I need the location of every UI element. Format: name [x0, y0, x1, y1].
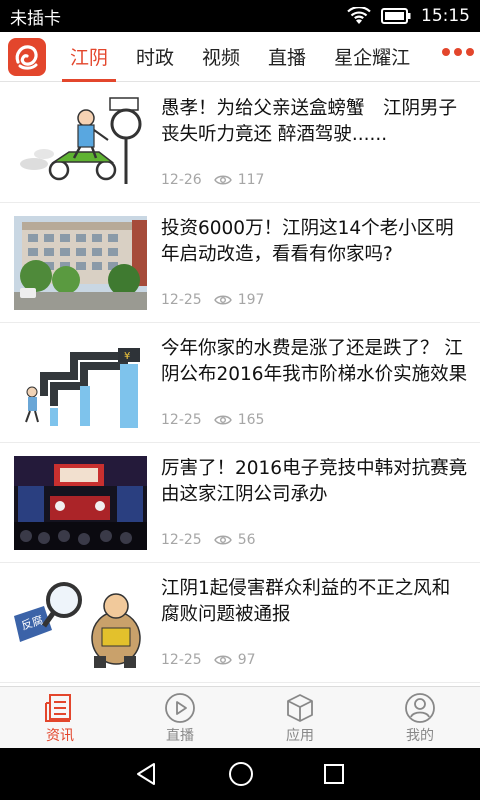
- nav-news[interactable]: 资讯: [0, 687, 120, 748]
- eye-icon: [213, 534, 232, 546]
- news-date: 12-26: [161, 171, 202, 188]
- tab-politics[interactable]: 时政: [122, 32, 188, 82]
- news-date: 12-25: [161, 531, 202, 548]
- tab-jiangyin[interactable]: 江阴: [56, 32, 122, 82]
- news-item[interactable]: 反腐 江阴1起侵害群众利益的不正之风和腐败问题被通报 12-25 97: [0, 563, 480, 683]
- nav-profile[interactable]: 我的: [360, 687, 480, 748]
- system-nav-bar: [0, 748, 480, 800]
- news-item[interactable]: ¥ 今年你家的水费是涨了还是跌了？ 江阴公布2016年我市阶梯水价实施效果 12…: [0, 323, 480, 443]
- eye-icon: [213, 654, 232, 666]
- app-logo-icon[interactable]: [8, 37, 46, 76]
- status-bar: 未插卡 15:15: [0, 0, 480, 32]
- news-body: 今年你家的水费是涨了还是跌了？ 江阴公布2016年我市阶梯水价实施效果 12-2…: [161, 336, 468, 430]
- nav-live[interactable]: 直播: [120, 687, 240, 748]
- nav-label: 资讯: [46, 727, 74, 744]
- battery-icon: [381, 8, 411, 24]
- news-views: 56: [237, 531, 256, 548]
- news-views: 197: [237, 291, 265, 308]
- wifi-icon: [347, 7, 371, 25]
- news-thumbnail: ¥: [14, 335, 147, 430]
- home-icon[interactable]: [227, 760, 255, 788]
- nav-apps[interactable]: 应用: [240, 687, 360, 748]
- news-body: 江阴1起侵害群众利益的不正之风和腐败问题被通报 12-25 97: [161, 576, 468, 670]
- news-date: 12-25: [161, 651, 202, 668]
- news-meta: 12-25 56: [161, 530, 468, 550]
- channel-tabs: 江阴 时政 视频 直播 星企耀江: [56, 32, 480, 82]
- news-thumbnail: 反腐: [14, 575, 147, 670]
- news-date: 12-25: [161, 291, 202, 308]
- news-meta: 12-26 117: [161, 170, 468, 190]
- news-thumbnail: [14, 455, 147, 550]
- news-thumbnail: [14, 95, 147, 190]
- news-title[interactable]: 愚孝！为给父亲送盒螃蟹 江阴男子丧失听力竟还 醉酒驾驶......: [161, 96, 468, 148]
- news-item[interactable]: 愚孝！为给父亲送盒螃蟹 江阴男子丧失听力竟还 醉酒驾驶...... 12-26 …: [0, 83, 480, 203]
- news-views: 97: [237, 651, 256, 668]
- back-icon[interactable]: [134, 761, 160, 787]
- eye-icon: [213, 174, 232, 186]
- news-title[interactable]: 投资6000万！江阴这14个老小区明年启动改造，看看有你家吗?: [161, 216, 468, 268]
- tab-star-enterprise[interactable]: 星企耀江: [320, 32, 424, 82]
- tab-video[interactable]: 视频: [188, 32, 254, 82]
- news-title[interactable]: 今年你家的水费是涨了还是跌了？ 江阴公布2016年我市阶梯水价实施效果: [161, 336, 468, 388]
- eye-icon: [213, 414, 232, 426]
- tab-live[interactable]: 直播: [254, 32, 320, 82]
- news-date: 12-25: [161, 411, 202, 428]
- news-icon: [44, 691, 76, 725]
- news-item[interactable]: 投资6000万！江阴这14个老小区明年启动改造，看看有你家吗? 12-25 19…: [0, 203, 480, 323]
- recents-icon[interactable]: [322, 762, 346, 786]
- more-channels-icon[interactable]: [442, 47, 474, 56]
- news-body: 投资6000万！江阴这14个老小区明年启动改造，看看有你家吗? 12-25 19…: [161, 216, 468, 310]
- news-meta: 12-25 97: [161, 650, 468, 670]
- news-list: 愚孝！为给父亲送盒螃蟹 江阴男子丧失听力竟还 醉酒驾驶...... 12-26 …: [0, 83, 480, 685]
- box-icon: [284, 691, 316, 725]
- eye-icon: [213, 294, 232, 306]
- carrier-text: 未插卡: [10, 8, 61, 29]
- news-views: 165: [237, 411, 265, 428]
- news-views: 117: [237, 171, 265, 188]
- status-icons: 15:15: [347, 6, 470, 26]
- nav-label: 直播: [166, 727, 194, 744]
- nav-label: 应用: [286, 727, 314, 744]
- play-icon: [164, 691, 196, 725]
- news-body: 厉害了！2016电子竞技中韩对抗赛竟由这家江阴公司承办 12-25 56: [161, 456, 468, 550]
- news-thumbnail: [14, 215, 147, 310]
- news-title[interactable]: 厉害了！2016电子竞技中韩对抗赛竟由这家江阴公司承办: [161, 456, 468, 508]
- channel-header: 江阴 时政 视频 直播 星企耀江: [0, 32, 480, 82]
- news-meta: 12-25 165: [161, 410, 468, 430]
- nav-label: 我的: [406, 727, 434, 744]
- bottom-nav: 资讯 直播 应用 我的: [0, 686, 480, 748]
- svg-text:¥: ¥: [124, 351, 130, 362]
- news-meta: 12-25 197: [161, 290, 468, 310]
- news-item[interactable]: 厉害了！2016电子竞技中韩对抗赛竟由这家江阴公司承办 12-25 56: [0, 443, 480, 563]
- user-icon: [404, 691, 436, 725]
- news-title[interactable]: 江阴1起侵害群众利益的不正之风和腐败问题被通报: [161, 576, 468, 628]
- news-body: 愚孝！为给父亲送盒螃蟹 江阴男子丧失听力竟还 醉酒驾驶...... 12-26 …: [161, 96, 468, 190]
- clock: 15:15: [421, 6, 470, 26]
